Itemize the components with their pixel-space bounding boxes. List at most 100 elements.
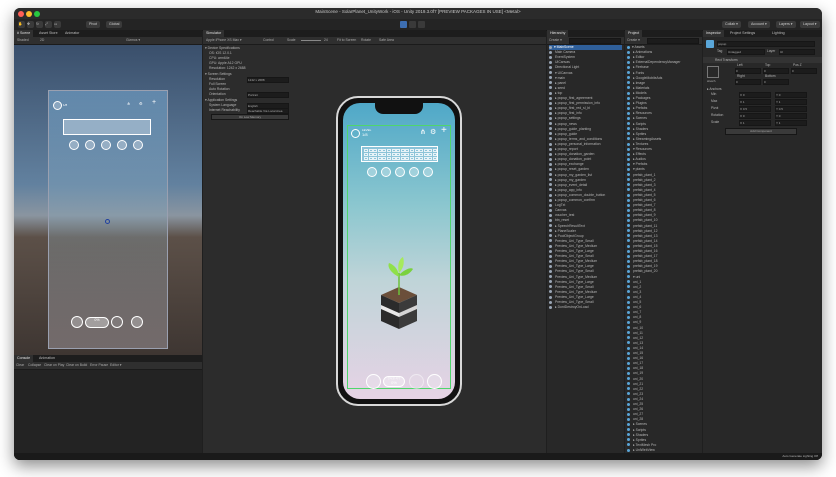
scale-tool-button[interactable]: ⤢: [45, 21, 52, 28]
dice-slot-1[interactable]: [367, 167, 377, 177]
canvas-rect-outline[interactable]: 1/8 ⋔ ⚙ + 0%: [48, 90, 168, 349]
transform-x-field[interactable]: X 0.5: [739, 106, 771, 112]
scene-view[interactable]: 1/8 ⋔ ⚙ + 0%: [14, 45, 202, 355]
collab-dropdown[interactable]: Collab ▾: [722, 21, 741, 28]
tab-console[interactable]: Console: [14, 355, 34, 362]
transform-x-field[interactable]: X 0: [739, 92, 771, 98]
posz-field[interactable]: 0: [791, 68, 817, 74]
console-collapse[interactable]: Collapse: [28, 362, 41, 369]
layers-dropdown[interactable]: Layers ▾: [776, 21, 796, 28]
console-clear-on-build[interactable]: Clear on Build: [66, 362, 87, 369]
low-memory-button[interactable]: On Low Memory: [211, 114, 289, 120]
hierarchy-search-input[interactable]: [569, 38, 621, 44]
tree-row[interactable]: ▸ DontDestroyOnLoad: [549, 305, 622, 310]
shading-dropdown[interactable]: Shaded: [17, 37, 29, 44]
pause-button[interactable]: [409, 21, 416, 28]
bin-button[interactable]: [427, 374, 442, 389]
disabled-action-button[interactable]: [409, 374, 424, 389]
console-clear-on-play[interactable]: Clear on Play: [44, 362, 64, 369]
hand-tool-button[interactable]: ✋: [18, 21, 25, 28]
add-component-button[interactable]: Add Component: [725, 128, 797, 135]
fit-to-screen-toggle[interactable]: Fit to Screen: [337, 37, 356, 44]
bottom-field[interactable]: 0: [763, 79, 789, 85]
tree-row-label: ▸ Editor: [632, 55, 645, 60]
tab-lighting[interactable]: Lighting: [769, 30, 788, 37]
scale-slider[interactable]: [301, 40, 321, 41]
transform-y-field[interactable]: Y 0: [775, 113, 807, 119]
item-icon: [627, 264, 630, 268]
dice-slot-4[interactable]: [409, 167, 419, 177]
global-toggle[interactable]: Global: [106, 21, 123, 28]
anchors-foldout[interactable]: ▸ Anchors: [707, 87, 721, 91]
gizmos-dropdown[interactable]: Gizmos ▾: [126, 37, 140, 44]
layout-dropdown[interactable]: Layout ▾: [800, 21, 820, 28]
item-icon: [627, 162, 630, 166]
tab-hierarchy[interactable]: Hierarchy: [547, 30, 569, 37]
step-button[interactable]: [418, 21, 425, 28]
board-cell: [364, 152, 368, 156]
anchor-presets-button[interactable]: [707, 66, 719, 78]
screen-row-label: Full Screen: [209, 82, 227, 86]
tab-asset-store[interactable]: Asset Store: [36, 30, 61, 37]
rect-tool-button[interactable]: ▭: [54, 21, 61, 28]
transform-x-field[interactable]: X 1: [739, 99, 771, 105]
device-screen[interactable]: LEVEL 1/8 ⋔ ⚙ + 잔디물 지수 0%: [343, 103, 455, 399]
move-tool-button[interactable]: ✥: [27, 21, 34, 28]
transform-y-field[interactable]: Y 1: [775, 99, 807, 105]
tab-animator[interactable]: Animator: [62, 30, 82, 37]
scene-panel: # Scene Asset Store Animator Shaded 2D G…: [14, 30, 202, 355]
tab-project[interactable]: Project: [625, 30, 643, 37]
transform-y-field[interactable]: Y 1: [775, 120, 807, 126]
transform-x-field[interactable]: X 0: [739, 113, 771, 119]
rect-transform-header[interactable]: Rect Transform: [703, 57, 822, 63]
rotate-tool-button[interactable]: ↻: [36, 21, 43, 28]
trash-button[interactable]: [366, 374, 381, 389]
right-field[interactable]: 0: [735, 79, 761, 85]
dice-slot-3[interactable]: [395, 167, 405, 177]
tab-simulator[interactable]: Simulator: [203, 30, 225, 37]
share-icon[interactable]: ⋔: [420, 128, 426, 136]
tree-row-label: prefab_plant_13: [632, 233, 658, 238]
pivot-toggle[interactable]: Pivot: [86, 21, 100, 28]
level-badge[interactable]: [351, 129, 360, 138]
hierarchy-create-dropdown[interactable]: Create ▾: [549, 37, 562, 44]
2d-toggle[interactable]: 2D: [40, 37, 44, 44]
transform-x-field[interactable]: X 1: [739, 120, 771, 126]
object-name-input[interactable]: popup: [717, 41, 815, 47]
tree-row-label: ▸ PlaneScaler: [554, 228, 576, 233]
tag-dropdown[interactable]: Untagged: [727, 49, 765, 55]
scale-label: Scale: [287, 38, 296, 42]
tab-inspector[interactable]: Inspector: [703, 30, 724, 37]
project-create-dropdown[interactable]: Create ▾: [627, 37, 640, 44]
transform-y-field[interactable]: Y 0.5: [775, 106, 807, 112]
control-dropdown[interactable]: Control: [263, 37, 274, 44]
hierarchy-tree[interactable]: ▾ MainScene Main Camera EventSystem UICa…: [547, 45, 624, 460]
tab-animation[interactable]: Animation: [36, 355, 58, 362]
dice-slot-5[interactable]: [423, 167, 433, 177]
console-clear[interactable]: Clear: [16, 362, 24, 369]
device-dropdown[interactable]: Apple iPhone XS Max ▾: [206, 37, 242, 44]
console-editor-dropdown[interactable]: Editor ▾: [110, 362, 122, 369]
project-tree[interactable]: ▾ Assets ▸ Animations ▸ Editor ▸ Externa…: [625, 45, 702, 460]
board-cell: [410, 152, 414, 156]
planter-model[interactable]: [379, 253, 419, 333]
account-dropdown[interactable]: Account ▾: [748, 21, 770, 28]
layer-dropdown[interactable]: UI: [779, 49, 815, 55]
rotate-button[interactable]: Rotate: [361, 37, 371, 44]
safe-area-toggle[interactable]: Safe Area: [379, 37, 394, 44]
tree-row-label: uni_1: [632, 279, 642, 284]
play-button[interactable]: [400, 21, 407, 28]
settings-icon[interactable]: ⚙: [430, 128, 436, 136]
transform-y-field[interactable]: Y 0: [775, 92, 807, 98]
console-error-pause[interactable]: Error Pause: [90, 362, 108, 369]
plus-icon[interactable]: +: [441, 125, 447, 136]
project-search-input[interactable]: [647, 38, 699, 44]
dice-slot-2[interactable]: [381, 167, 391, 177]
tree-row-label: EventSystem: [554, 55, 575, 60]
item-icon: [627, 356, 630, 360]
tree-row-label: uni_26: [632, 407, 644, 412]
pivot-handle[interactable]: [105, 219, 110, 224]
tab-project-settings[interactable]: Project Settings: [727, 30, 758, 37]
board-cell: [377, 152, 382, 156]
tab-scene[interactable]: # Scene: [14, 30, 34, 37]
